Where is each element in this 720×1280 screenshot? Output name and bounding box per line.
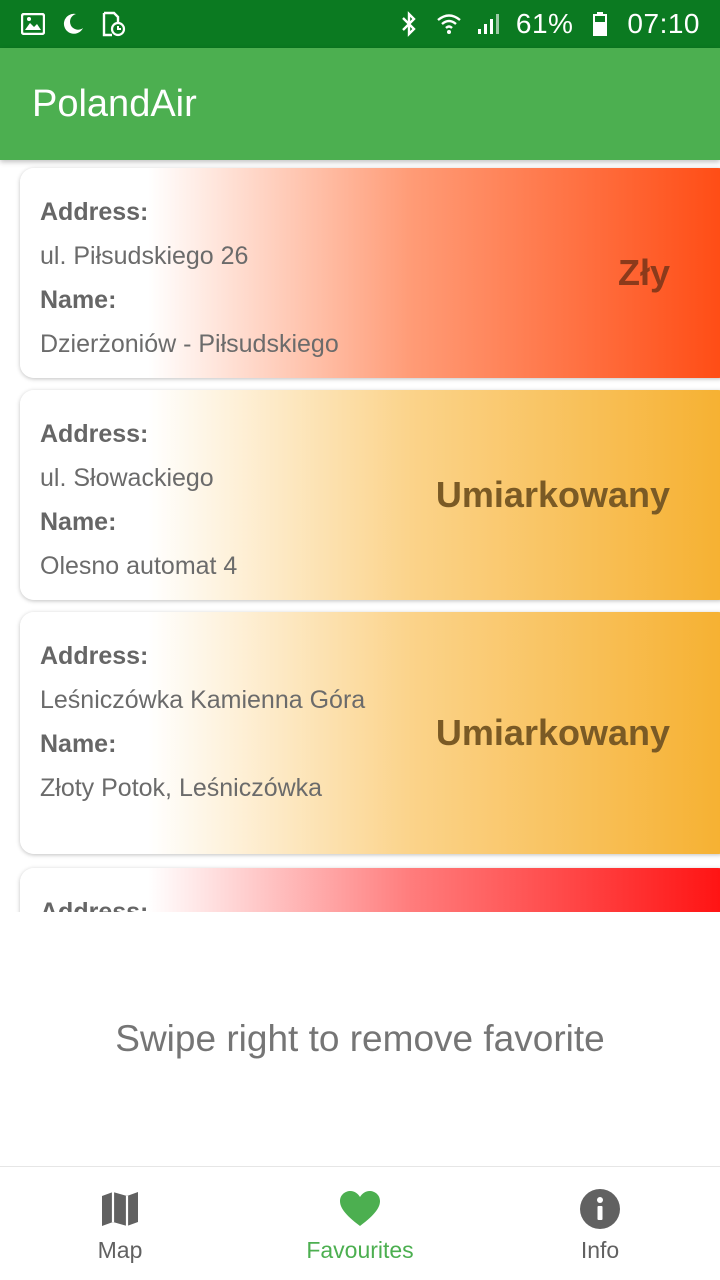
nav-item-favourites[interactable]: Favourites [240,1167,480,1280]
heart-icon [338,1187,382,1231]
address-value: ul. Piłsudskiego 26 [40,242,249,270]
air-quality-label: Zły [617,252,670,293]
sim-clock-icon [100,11,126,37]
station-card[interactable]: Address: [20,868,720,912]
address-label: Address: [40,642,149,670]
name-label: Name: [40,508,117,536]
swipe-hint: Swipe right to remove favorite [115,1018,605,1059]
battery-percent: 61% [515,8,574,39]
status-bar: 61% 07:10 [0,0,720,48]
address-label: Address: [40,898,149,912]
station-card[interactable]: Address: Leśniczówka Kamienna Góra Name:… [20,612,720,854]
address-value: ul. Słowackiego [40,464,214,492]
air-quality-label: Umiarkowany [435,712,670,753]
station-fields: Address: [40,890,380,912]
wifi-icon [436,11,462,37]
name-value: Złoty Potok, Leśniczówka [40,774,323,802]
bluetooth-icon [396,11,422,37]
nav-label-favourites: Favourites [306,1237,414,1263]
info-icon [578,1187,622,1231]
name-label: Name: [40,730,117,758]
address-label: Address: [40,198,149,226]
nav-label-info: Info [580,1237,620,1263]
station-fields: Address: ul. Słowackiego Name: Olesno au… [40,412,380,588]
address-value: Leśniczówka Kamienna Góra [40,686,366,714]
image-icon [20,11,46,37]
status-right-icons: 61% 07:10 [396,8,700,40]
screen: 61% 07:10 PolandAir Address: ul. Piłsuds… [0,0,720,1280]
nav-label-map: Map [97,1237,143,1263]
battery-icon [587,11,613,37]
bottom-navigation: Map Favourites Info [0,1166,720,1280]
signal-icon [476,11,502,37]
status-left-icons [20,11,126,37]
station-fields: Address: ul. Piłsudskiego 26 Name: Dzier… [40,190,380,366]
nav-item-info[interactable]: Info [480,1167,720,1280]
address-label: Address: [40,420,149,448]
nav-item-map[interactable]: Map [0,1167,240,1280]
name-label: Name: [40,286,117,314]
station-card[interactable]: Address: ul. Piłsudskiego 26 Name: Dzier… [20,168,720,378]
moon-icon [60,11,86,37]
clock: 07:10 [627,8,700,39]
app-title: PolandAir [32,82,197,125]
app-bar: PolandAir [0,48,720,160]
favourites-list[interactable]: Address: ul. Piłsudskiego 26 Name: Dzier… [0,160,720,912]
name-value: Dzierżoniów - Piłsudskiego [40,330,339,358]
name-value: Olesno automat 4 [40,552,238,580]
station-fields: Address: Leśniczówka Kamienna Góra Name:… [40,634,380,810]
map-icon [98,1187,142,1231]
air-quality-label: Umiarkowany [435,474,670,515]
station-card[interactable]: Address: ul. Słowackiego Name: Olesno au… [20,390,720,600]
swipe-hint-area: Swipe right to remove favorite [0,912,720,1166]
